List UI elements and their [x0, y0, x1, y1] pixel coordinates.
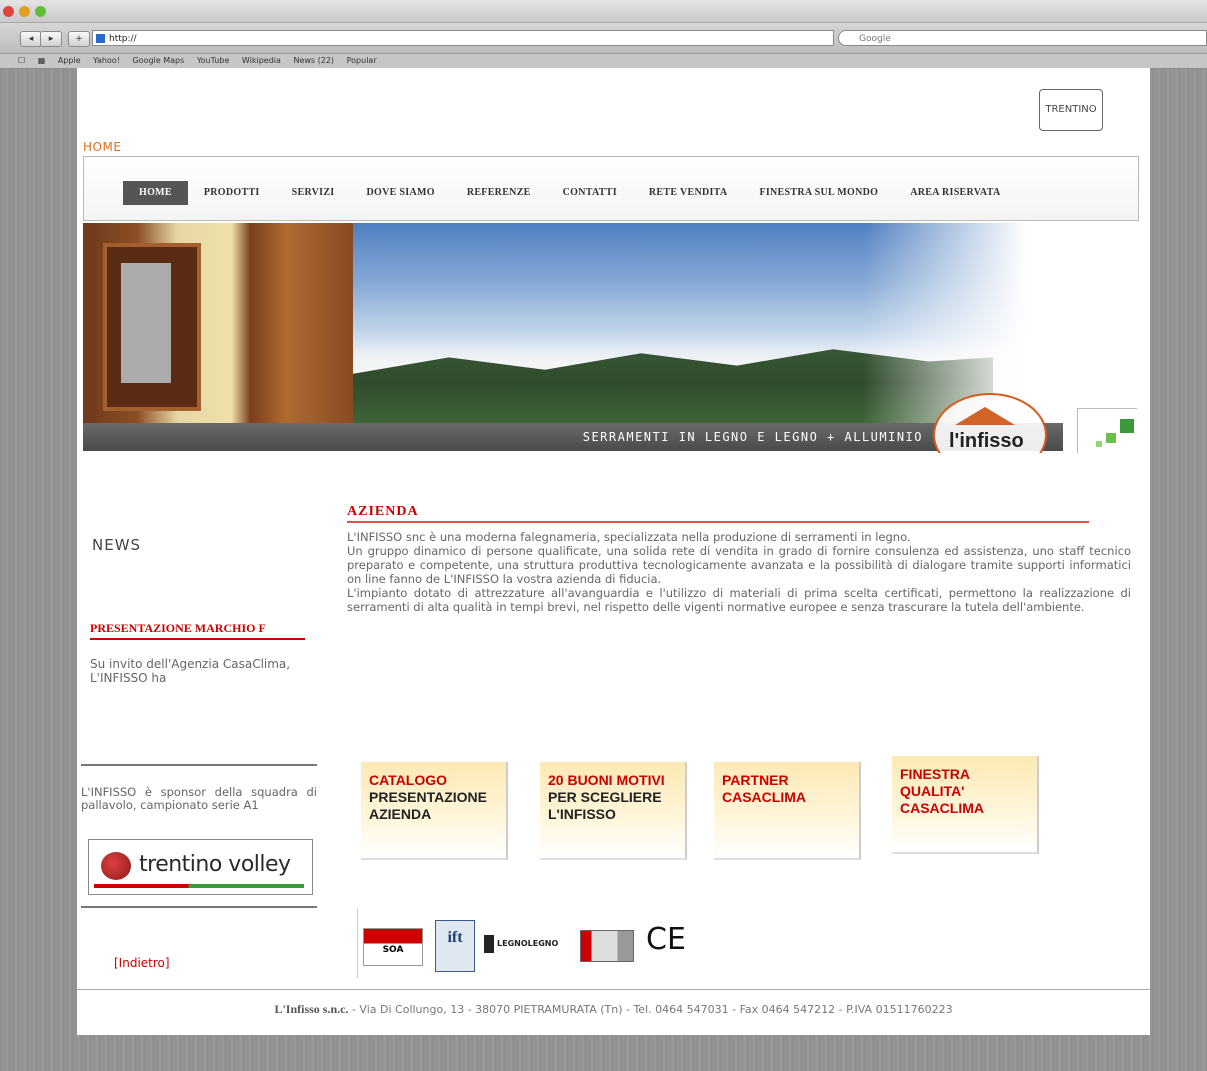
- quality-seal-logo[interactable]: [580, 930, 634, 962]
- azienda-paragraph: Un gruppo dinamico di persone qualificat…: [347, 544, 1131, 586]
- search-field[interactable]: Google: [838, 30, 1207, 46]
- legnolegno-logo[interactable]: LEGNOLEGNO: [484, 935, 585, 953]
- trentino-logo-text: TRENTINO: [1045, 104, 1097, 115]
- footer-divider: [77, 989, 1150, 990]
- banner-tagline: SERRAMENTI IN LEGNO E LEGNO + ALLUMINIO: [83, 423, 1063, 451]
- address-bar[interactable]: http://: [92, 30, 834, 46]
- tile-title: CATALOGO: [369, 772, 448, 788]
- window-titlebar: [0, 0, 1207, 23]
- tile-partner-casaclima[interactable]: PARTNER CASACLIMA: [714, 762, 861, 860]
- tile-subtitle: QUALITA' CASACLIMA: [900, 783, 984, 816]
- browser-toolbar: ◂ ▸ + http:// Google: [0, 23, 1207, 54]
- infisso-logo-text: l'infisso: [949, 430, 1024, 453]
- bookmark-item[interactable]: Popular: [347, 56, 377, 65]
- close-window-button[interactable]: [3, 6, 14, 17]
- tile-subtitle: CASACLIMA: [722, 789, 806, 805]
- search-placeholder: Google: [859, 34, 891, 44]
- trentino-volley-logo[interactable]: trentino volley: [88, 839, 313, 895]
- footer-company: L'Infisso s.n.c.: [274, 1002, 349, 1016]
- zoom-window-button[interactable]: [35, 6, 46, 17]
- news-item-excerpt: Su invito dell'Agenzia CasaClima, L'INFI…: [90, 657, 291, 685]
- azienda-text: L'INFISSO snc è una moderna falegnameria…: [347, 530, 1131, 614]
- top-sites-grid-icon[interactable]: ▦: [38, 56, 46, 65]
- back-link[interactable]: [Indietro]: [114, 956, 170, 970]
- nav-servizi[interactable]: SERVIZI: [276, 181, 351, 205]
- nav-prodotti[interactable]: PRODOTTI: [188, 181, 276, 205]
- minimize-window-button[interactable]: [19, 6, 30, 17]
- add-bookmark-button[interactable]: +: [68, 31, 90, 47]
- footer: L'Infisso s.n.c. - Via Di Collungo, 13 -…: [77, 1002, 1150, 1017]
- roof-icon: [955, 407, 1015, 425]
- web-page: TRENTINO HOME HOME PRODOTTI SERVIZI DOVE…: [77, 68, 1150, 1035]
- bookmarks-bar: ☐ ▦ Apple Yahoo! Google Maps YouTube Wik…: [0, 54, 1207, 69]
- divider: [81, 906, 317, 908]
- tile-subtitle: PRESENTAZIONE AZIENDA: [369, 789, 487, 822]
- nav-dove-siamo[interactable]: DOVE SIAMO: [351, 181, 451, 205]
- footer-details: - Via Di Collungo, 13 - 38070 PIETRAMURA…: [348, 1003, 953, 1016]
- tile-title: 20 BUONI MOTIVI: [548, 772, 665, 788]
- house-window-photo: [83, 223, 353, 423]
- bookmark-item[interactable]: Wikipedia: [242, 56, 281, 65]
- nav-home[interactable]: HOME: [123, 181, 188, 205]
- trentino-volley-logo-text: trentino volley: [139, 852, 291, 877]
- azienda-paragraph: L'impianto dotato di attrezzature all'av…: [347, 586, 1131, 614]
- nav-area-riservata[interactable]: AREA RISERVATA: [894, 181, 1016, 205]
- bookmarks-book-icon[interactable]: ☐: [18, 56, 25, 65]
- header-banner: SERRAMENTI IN LEGNO E LEGNO + ALLUMINIO …: [83, 223, 1137, 453]
- soa-certification-logo[interactable]: SOA: [363, 928, 423, 966]
- bookmark-item[interactable]: Google Maps: [132, 56, 184, 65]
- soa-logo-text: SOA: [382, 945, 404, 955]
- section-title-azienda: AZIENDA: [347, 504, 1089, 523]
- address-text: http://: [109, 34, 137, 44]
- nav-rete-vendita[interactable]: RETE VENDITA: [633, 181, 744, 205]
- tile-finestra-qualita[interactable]: FINESTRA QUALITA' CASACLIMA: [892, 756, 1039, 854]
- news-heading: NEWS: [92, 536, 142, 554]
- volleyball-icon: [101, 852, 131, 880]
- bookmark-item[interactable]: Yahoo!: [93, 56, 120, 65]
- ift-logo-text: ift: [447, 929, 463, 946]
- tile-catalogo[interactable]: CATALOGO PRESENTAZIONE AZIENDA: [361, 762, 508, 860]
- breadcrumb: HOME: [83, 140, 122, 154]
- sponsor-text: L'INFISSO è sponsor della squadra di pal…: [81, 785, 317, 812]
- nav-referenze[interactable]: REFERENZE: [451, 181, 547, 205]
- tile-20-buoni-motivi[interactable]: 20 BUONI MOTIVI PER SCEGLIERE L'INFISSO: [540, 762, 687, 860]
- ift-certification-logo[interactable]: ift: [435, 920, 475, 972]
- tile-title: FINESTRA: [900, 766, 970, 782]
- divider: [81, 764, 317, 766]
- nav-contatti[interactable]: CONTATTI: [547, 181, 633, 205]
- ce-mark-logo: CE: [646, 922, 686, 957]
- casaclima-partner-badge[interactable]: [1077, 408, 1137, 453]
- bookmark-item[interactable]: News (22): [293, 56, 334, 65]
- main-navigation: HOME PRODOTTI SERVIZI DOVE SIAMO REFEREN…: [83, 156, 1139, 221]
- azienda-paragraph: L'INFISSO snc è una moderna falegnameria…: [347, 530, 911, 544]
- back-button[interactable]: ◂: [20, 31, 42, 47]
- tile-subtitle: PER SCEGLIERE L'INFISSO: [548, 789, 662, 822]
- bookmark-item[interactable]: Apple: [58, 56, 81, 65]
- trentino-logo[interactable]: TRENTINO: [1039, 89, 1103, 131]
- nav-finestra-sul-mondo[interactable]: FINESTRA SUL MONDO: [743, 181, 894, 205]
- tile-title: PARTNER: [722, 772, 789, 788]
- news-item-title[interactable]: PRESENTAZIONE MARCHIO F: [90, 621, 305, 640]
- certifications: SOA ift LEGNOLEGNO CE: [357, 908, 698, 978]
- forward-button[interactable]: ▸: [40, 31, 62, 47]
- favicon-icon: [96, 34, 105, 43]
- bookmark-item[interactable]: YouTube: [197, 56, 230, 65]
